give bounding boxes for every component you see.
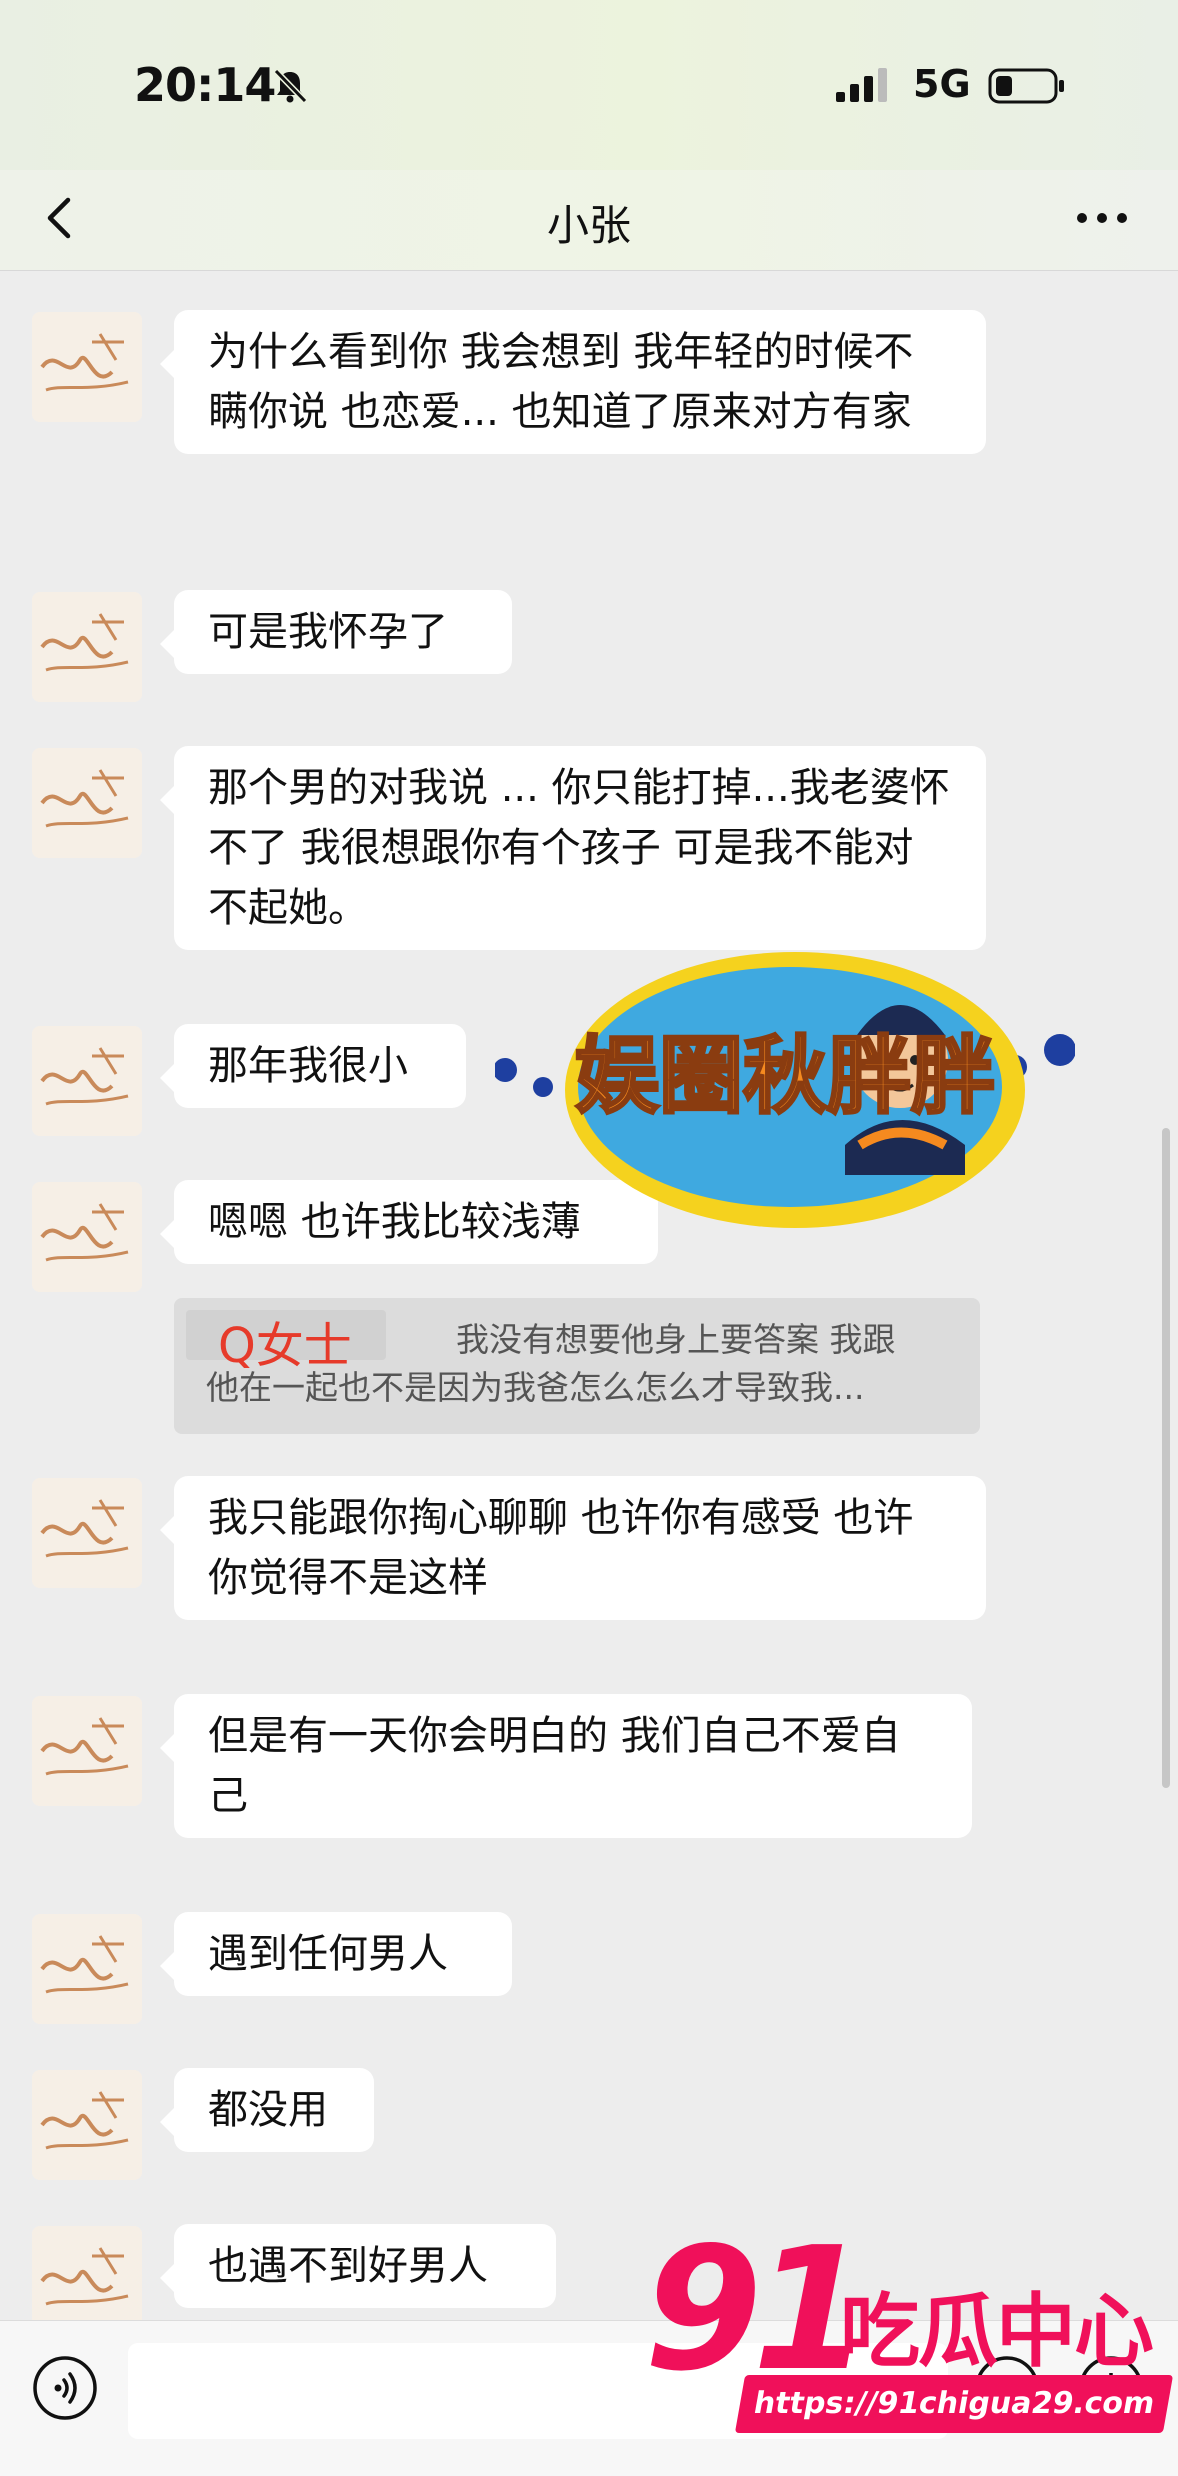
bell-muted-icon bbox=[273, 68, 308, 104]
quote-author: Q女士 bbox=[218, 1318, 352, 1374]
avatar[interactable] bbox=[32, 1478, 142, 1588]
voice-input-icon[interactable] bbox=[30, 2353, 100, 2423]
avatar[interactable] bbox=[32, 2070, 142, 2180]
avatar[interactable] bbox=[32, 312, 142, 422]
calligraphy-avatar-icon bbox=[32, 1182, 142, 1292]
status-bar: 20:14 5G bbox=[0, 0, 1178, 170]
calligraphy-avatar-icon bbox=[32, 1026, 142, 1136]
status-time: 20:14 bbox=[134, 58, 276, 112]
message-bubble[interactable]: 我只能跟你掏心聊聊 也许你有感受 也许你觉得不是这样 bbox=[160, 1476, 986, 1620]
chat-scrollbar[interactable] bbox=[1162, 1128, 1170, 1788]
more-options-icon[interactable] bbox=[1072, 198, 1132, 238]
watermark-site-name: 吃瓜中心 bbox=[840, 2285, 1154, 2378]
message-bubble[interactable]: 都没用 bbox=[160, 2068, 374, 2152]
logo-text: 娱圈秋胖胖 bbox=[575, 1027, 995, 1125]
chat-title: 小张 bbox=[546, 201, 631, 250]
network-type: 5G bbox=[913, 62, 971, 106]
battery-icon bbox=[988, 68, 1064, 104]
avatar[interactable] bbox=[32, 1914, 142, 2024]
message-bubble[interactable]: 可是我怀孕了 bbox=[160, 590, 512, 674]
watermark-url: https://91chigua29.com bbox=[734, 2375, 1174, 2433]
avatar[interactable] bbox=[32, 1182, 142, 1292]
watermark-number: 91 bbox=[644, 2211, 871, 2409]
avatar[interactable] bbox=[32, 592, 142, 702]
message-bubble[interactable]: 那个男的对我说 ... 你只能打掉...我老婆怀不了 我很想跟你有个孩子 可是我… bbox=[160, 746, 986, 950]
message-bubble[interactable]: 那年我很小 bbox=[160, 1024, 466, 1108]
entertainment-logo-watermark: 娱圈秋胖胖 bbox=[495, 952, 1075, 1228]
message-bubble[interactable]: 但是有一天你会明白的 我们自己不爱自己 bbox=[160, 1694, 972, 1838]
message-bubble[interactable]: 也遇不到好男人 bbox=[160, 2224, 556, 2308]
calligraphy-avatar-icon bbox=[32, 1696, 142, 1806]
calligraphy-avatar-icon bbox=[32, 1478, 142, 1588]
calligraphy-avatar-icon bbox=[32, 748, 142, 858]
calligraphy-avatar-icon bbox=[32, 2070, 142, 2180]
calligraphy-avatar-icon bbox=[32, 1914, 142, 2024]
calligraphy-avatar-icon bbox=[32, 592, 142, 702]
avatar[interactable] bbox=[32, 748, 142, 858]
message-bubble[interactable]: 遇到任何男人 bbox=[160, 1912, 512, 1996]
avatar[interactable] bbox=[32, 1026, 142, 1136]
avatar[interactable] bbox=[32, 1696, 142, 1806]
site-watermark: 91 吃瓜中心 https://91chigua29.com bbox=[640, 2211, 1174, 2465]
signal-strength-icon bbox=[836, 68, 887, 102]
message-bubble[interactable]: 为什么看到你 我会想到 我年轻的时候不瞒你说 也恋爱... 也知道了原来对方有家 bbox=[160, 310, 986, 454]
chat-header: 小张 bbox=[0, 170, 1178, 271]
calligraphy-avatar-icon bbox=[32, 312, 142, 422]
